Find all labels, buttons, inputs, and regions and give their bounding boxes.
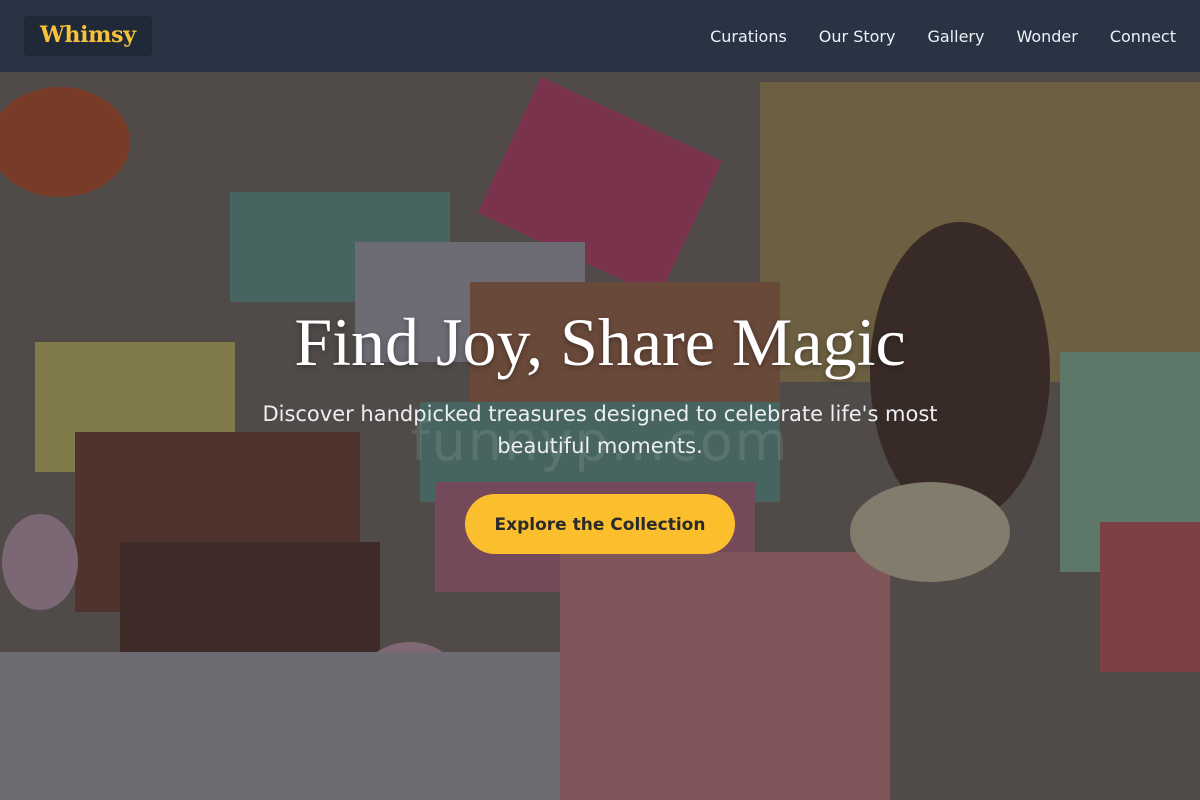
hero-section: funnyp...com Find Joy, Share Magic Disco… [0,72,1200,800]
hero-title: Find Joy, Share Magic [294,304,906,380]
top-navbar: Whimsy Curations Our Story Gallery Wonde… [0,0,1200,72]
nav-link-curations[interactable]: Curations [710,27,787,46]
explore-collection-button[interactable]: Explore the Collection [465,494,735,554]
hero-content: Find Joy, Share Magic Discover handpicke… [0,300,1200,554]
main-nav: Curations Our Story Gallery Wonder Conne… [710,27,1176,46]
nav-link-connect[interactable]: Connect [1110,27,1176,46]
hero-subtitle: Discover handpicked treasures designed t… [262,402,938,458]
nav-link-wonder[interactable]: Wonder [1016,27,1077,46]
nav-link-our-story[interactable]: Our Story [819,27,896,46]
brand-logo[interactable]: Whimsy [24,16,152,56]
nav-link-gallery[interactable]: Gallery [927,27,984,46]
